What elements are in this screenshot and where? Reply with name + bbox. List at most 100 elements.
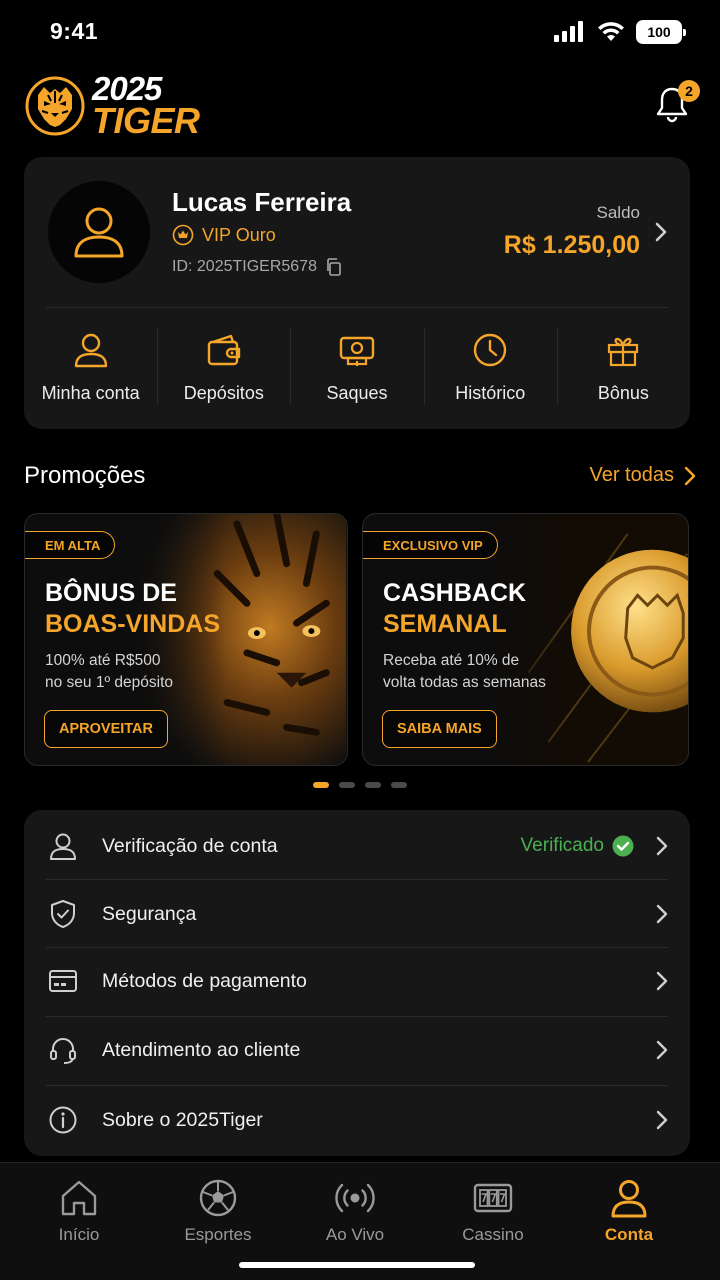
carousel-dot[interactable] [391, 782, 407, 788]
nav-label: Conta [604, 1225, 654, 1244]
account-menu: Verificação de conta Verificado Seguranç… [24, 810, 690, 1156]
vip-level[interactable]: VIP Ouro [172, 224, 276, 246]
balance-value[interactable]: R$ 1.250,00 [504, 231, 640, 260]
quick-action-label: Depósitos [183, 383, 264, 403]
live-broadcast-icon [335, 1183, 375, 1213]
quick-actions: Minha conta Depósitos Saques Histórico B… [24, 327, 690, 407]
nav-esportes[interactable]: Esportes [163, 1177, 273, 1245]
menu-item-label: Segurança [102, 902, 197, 925]
menu-item-label: Atendimento ao cliente [102, 1038, 301, 1061]
user-icon [74, 333, 107, 368]
chevron-right-icon [656, 836, 668, 856]
chevron-right-icon [656, 971, 668, 991]
copy-icon[interactable] [325, 258, 343, 276]
nav-label: Cassino [462, 1225, 524, 1244]
nav-label: Ao Vivo [325, 1225, 385, 1244]
logo-name: TIGER [92, 100, 200, 142]
quick-action-bonus[interactable]: Bônus [556, 327, 690, 407]
vip-level-label: VIP Ouro [202, 224, 276, 245]
notifications-button[interactable]: 2 [652, 80, 700, 124]
promo-desc-line1: 100% até R$500 [45, 652, 161, 669]
promo-cta-button[interactable]: SAIBA MAIS [382, 710, 497, 748]
balance-label: Saldo [596, 203, 640, 222]
promo-title: CASHBACK SEMANAL [383, 578, 526, 640]
menu-item-atendimento[interactable]: Atendimento ao cliente [24, 1016, 690, 1084]
carousel-dot[interactable] [339, 782, 355, 788]
carousel-indicator [0, 782, 720, 788]
promo-card-welcome-bonus[interactable]: EM ALTA BÔNUS DE BOAS-VINDAS 100% até R$… [24, 513, 348, 766]
home-indicator[interactable] [239, 1262, 475, 1268]
avatar[interactable] [48, 181, 150, 283]
menu-item-sobre[interactable]: Sobre o 2025Tiger [24, 1086, 690, 1154]
quick-action-label: Histórico [455, 383, 526, 403]
brand-logo[interactable]: 2025 TIGER [24, 72, 200, 142]
quick-action-saques[interactable]: Saques [290, 327, 423, 407]
user-outline-icon [50, 833, 76, 860]
nav-inicio[interactable]: Início [24, 1177, 134, 1245]
quick-action-minha-conta[interactable]: Minha conta [24, 327, 157, 407]
info-icon [49, 1106, 77, 1134]
carousel-dot[interactable] [365, 782, 381, 788]
quick-action-historico[interactable]: Histórico [423, 327, 557, 407]
chevron-right-icon [656, 1040, 668, 1060]
battery-indicator: 100 [636, 20, 686, 44]
promo-cta-button[interactable]: APROVEITAR [44, 710, 168, 748]
menu-item-label: Métodos de pagamento [102, 969, 307, 992]
quick-action-label: Bônus [597, 383, 649, 403]
status-bar: 9:41 100 [0, 0, 720, 66]
promotions-header: Promoções Ver todas [24, 460, 696, 494]
wifi-icon [598, 22, 624, 41]
quick-action-label: Saques [326, 383, 388, 403]
profile-card: Lucas Ferreira VIP Ouro ID: 2025TIGER567… [24, 157, 690, 429]
promo-tag: EM ALTA [25, 531, 116, 559]
quick-action-depositos[interactable]: Depósitos [157, 327, 290, 407]
check-circle-icon [612, 835, 634, 857]
menu-item-seguranca[interactable]: Segurança [24, 880, 690, 948]
quick-action-label: Minha conta [41, 383, 140, 403]
chevron-right-icon [656, 904, 668, 924]
chevron-right-icon [656, 1110, 668, 1130]
verified-label: Verificado [520, 835, 604, 856]
see-all-link[interactable]: Ver todas [589, 464, 696, 487]
nav-cassino[interactable]: Cassino [438, 1177, 548, 1245]
menu-item-label: Verificação de conta [102, 834, 278, 857]
credit-card-icon [49, 970, 77, 992]
app-header: 2025 TIGER 2 [24, 70, 700, 142]
promo-card-weekly-cashback[interactable]: EXCLUSIVO VIP CASHBACK SEMANAL Receba at… [362, 513, 689, 766]
signal-icon [554, 21, 583, 42]
nav-ao-vivo[interactable]: Ao Vivo [300, 1177, 410, 1245]
menu-item-verificacao[interactable]: Verificação de conta Verificado [24, 812, 690, 880]
slot-machine-icon [473, 1183, 513, 1213]
user-id: ID: 2025TIGER5678 [172, 258, 317, 275]
nav-label: Início [58, 1225, 100, 1244]
wallet-icon [207, 334, 240, 366]
promo-description: 100% até R$500 no seu 1º depósito [45, 650, 173, 694]
cash-icon [339, 336, 375, 366]
promo-description: Receba até 10% de volta todas as semanas [383, 650, 546, 694]
promo-desc-line2: volta todas as semanas [383, 674, 546, 691]
vip-crown-icon [172, 224, 194, 246]
carousel-dot[interactable] [313, 782, 329, 788]
user-name: Lucas Ferreira [172, 187, 352, 217]
nav-conta[interactable]: Conta [574, 1177, 684, 1245]
chevron-right-icon [684, 466, 696, 485]
soccer-ball-icon [199, 1179, 237, 1217]
promo-tag: EXCLUSIVO VIP [363, 531, 498, 559]
tiger-logo-icon [25, 76, 85, 136]
headset-icon [50, 1038, 76, 1064]
menu-item-label: Sobre o 2025Tiger [102, 1108, 263, 1131]
chevron-right-icon[interactable] [654, 221, 668, 243]
user-icon [74, 207, 124, 258]
promo-title-line1: BÔNUS DE [45, 579, 177, 607]
promo-title-line2: SEMANAL [383, 610, 507, 638]
clock-icon [474, 333, 507, 367]
user-id-row: ID: 2025TIGER5678 [172, 258, 343, 276]
verified-status: Verificado [521, 835, 634, 857]
menu-item-pagamento[interactable]: Métodos de pagamento [24, 947, 690, 1015]
see-all-label: Ver todas [589, 464, 674, 486]
promo-title-line2: BOAS-VINDAS [45, 610, 221, 638]
notification-badge: 2 [678, 80, 700, 102]
status-icons: 100 [554, 20, 686, 44]
divider [46, 307, 668, 308]
account-icon [611, 1180, 647, 1218]
